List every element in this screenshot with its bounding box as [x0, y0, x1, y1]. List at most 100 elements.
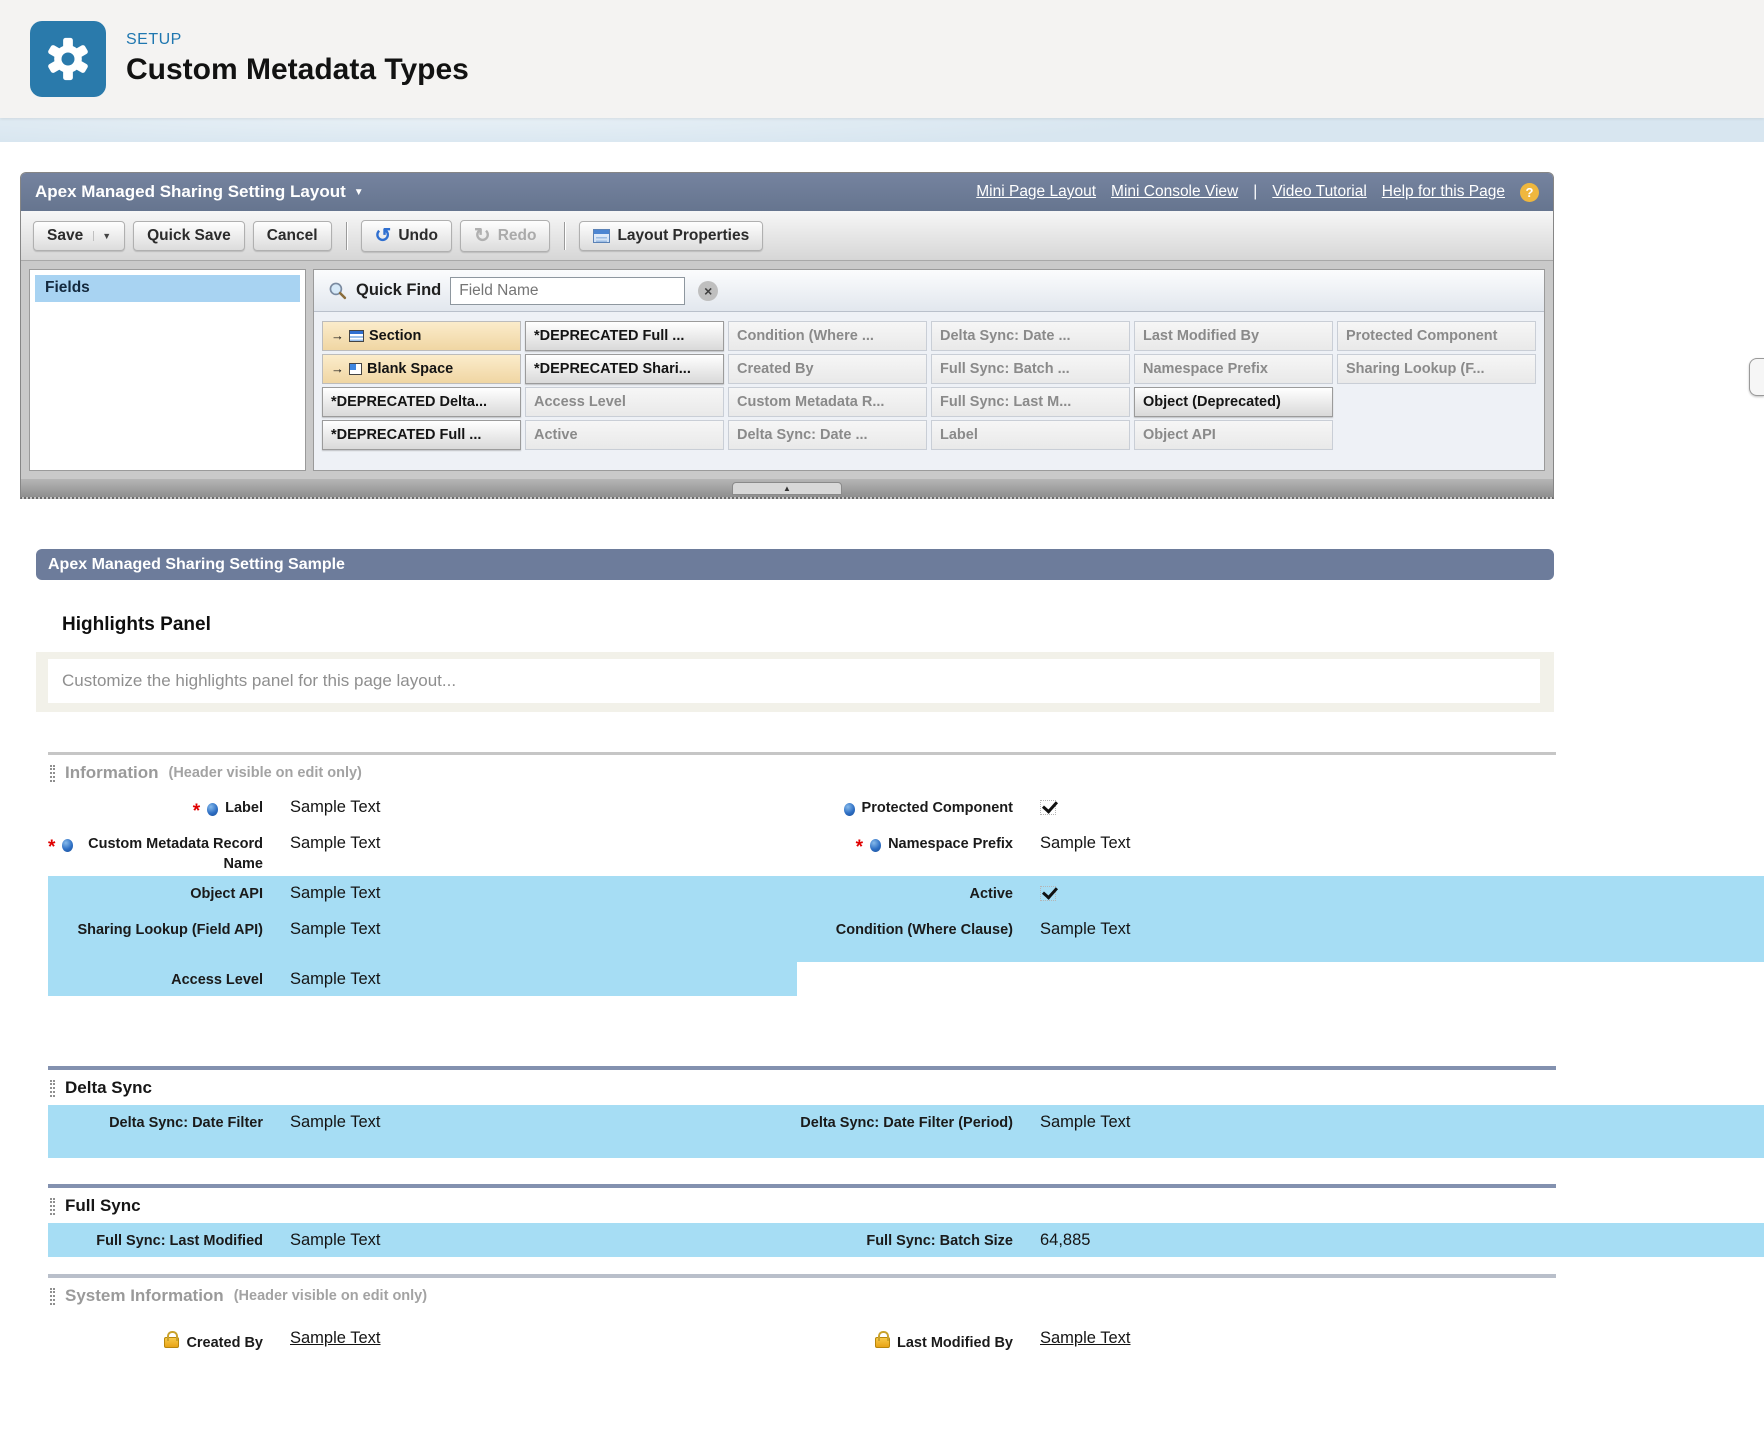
palette-item[interactable]: *DEPRECATED Full ...	[322, 420, 521, 450]
palette-item[interactable]: Object (Deprecated)	[1134, 387, 1333, 417]
field-label[interactable]: *Namespace Prefix Sample Text	[797, 826, 1764, 876]
toolbar-divider	[564, 222, 565, 250]
palette-item[interactable]: Full Sync: Batch ...	[931, 354, 1130, 384]
palette-item[interactable]: Active	[525, 420, 724, 450]
field-row: Delta Sync: Date Filter Sample Text Delt…	[48, 1105, 1764, 1158]
field-row: *Custom Metadata Record Name Sample Text…	[48, 826, 1764, 876]
save-dropdown-icon[interactable]: ▼	[93, 231, 111, 241]
palette-item-section[interactable]: Section	[322, 321, 521, 351]
video-tutorial-link[interactable]: Video Tutorial	[1272, 183, 1367, 201]
redo-button[interactable]: ↻ Redo	[460, 220, 551, 252]
field-label[interactable]: Delta Sync: Date Filter Sample Text	[48, 1105, 797, 1158]
field-label[interactable]: Delta Sync: Date Filter (Period) Sample …	[797, 1105, 1764, 1158]
section-information: Information (Header visible on edit only…	[48, 752, 1764, 1066]
lock-icon	[164, 1337, 179, 1348]
palette-item[interactable]: Object API	[1134, 420, 1333, 450]
layout-name[interactable]: Apex Managed Sharing Setting Layout	[35, 182, 346, 202]
mini-console-view-link[interactable]: Mini Console View	[1111, 183, 1238, 201]
highlights-panel[interactable]: Customize the highlights panel for this …	[36, 652, 1554, 712]
layout-dropdown-icon[interactable]: ▼	[354, 187, 364, 198]
field-behavior-dot-icon	[870, 839, 881, 852]
section-title: System Information	[65, 1286, 224, 1306]
undo-button[interactable]: ↺ Undo	[361, 220, 452, 252]
section-title: Delta Sync	[65, 1078, 152, 1098]
mini-page-layout-link[interactable]: Mini Page Layout	[976, 183, 1096, 201]
category-fields[interactable]: Fields	[35, 275, 300, 302]
field-label[interactable]: Sharing Lookup (Field API) Sample Text	[48, 912, 797, 962]
empty-cell	[797, 962, 1764, 996]
section-delta-sync: Delta Sync Delta Sync: Date Filter Sampl…	[48, 1066, 1764, 1158]
section-drag-handle[interactable]	[50, 1198, 55, 1215]
page-title: Custom Metadata Types	[126, 53, 469, 87]
palette-item[interactable]: Created By	[728, 354, 927, 384]
clear-search-icon[interactable]	[698, 281, 718, 301]
decorative-band	[0, 118, 1764, 142]
field-label[interactable]: Created By Sample Text	[48, 1321, 797, 1355]
field-label[interactable]: Protected Component	[797, 790, 1764, 826]
field-label[interactable]: *Label Sample Text	[48, 790, 797, 826]
field-behavior-dot-icon	[207, 803, 218, 816]
palette-item[interactable]: *DEPRECATED Full ...	[525, 321, 724, 351]
field-label[interactable]: Full Sync: Batch Size 64,885	[797, 1223, 1764, 1257]
gear-icon	[42, 33, 94, 85]
palette-item[interactable]: Full Sync: Last M...	[931, 387, 1130, 417]
quick-find-input[interactable]	[450, 277, 685, 305]
field-value: Sample Text	[1013, 826, 1131, 876]
palette-item[interactable]: Label	[931, 420, 1130, 450]
section-full-sync: Full Sync Full Sync: Last Modified Sampl…	[48, 1184, 1764, 1257]
field-value: Sample Text	[263, 790, 381, 826]
section-title: Full Sync	[65, 1196, 141, 1216]
field-value: Sample Text	[263, 826, 381, 876]
field-label[interactable]: Active	[797, 876, 1764, 912]
section-system-information: System Information (Header visible on ed…	[48, 1274, 1764, 1355]
help-link[interactable]: Help for this Page	[1382, 183, 1505, 201]
highlights-panel-placeholder[interactable]: Customize the highlights panel for this …	[48, 659, 1540, 703]
field-value: Sample Text	[1013, 1321, 1131, 1355]
field-value: Sample Text	[263, 1223, 381, 1257]
drag-arrow-icon	[331, 322, 344, 350]
drag-arrow-icon	[331, 355, 344, 383]
palette-item[interactable]: Delta Sync: Date ...	[931, 321, 1130, 351]
palette-item[interactable]: Sharing Lookup (F...	[1337, 354, 1536, 384]
palette-item[interactable]: *DEPRECATED Shari...	[525, 354, 724, 384]
field-value: Sample Text	[263, 962, 381, 996]
palette-item[interactable]: Access Level	[525, 387, 724, 417]
checkbox-checked-icon	[1040, 886, 1056, 901]
save-button[interactable]: Save ▼	[33, 221, 125, 251]
section-icon	[349, 330, 364, 342]
field-row: Created By Sample Text Last Modified By …	[48, 1313, 1764, 1355]
breadcrumb[interactable]: SETUP	[126, 31, 469, 49]
collapse-handle[interactable]: ▲	[732, 482, 842, 495]
field-label[interactable]: Last Modified By Sample Text	[797, 1321, 1764, 1355]
palette-category-list: Fields	[29, 269, 306, 471]
setup-header: SETUP Custom Metadata Types	[0, 0, 1764, 118]
field-row: *Label Sample Text Protected Component	[48, 790, 1764, 826]
palette-item-blank-space[interactable]: Blank Space	[322, 354, 521, 384]
quick-save-button[interactable]: Quick Save	[133, 221, 245, 251]
required-icon: *	[48, 835, 55, 857]
palette-item[interactable]: Protected Component	[1337, 321, 1536, 351]
help-icon[interactable]: ?	[1520, 183, 1539, 202]
required-icon: *	[856, 835, 863, 857]
section-drag-handle[interactable]	[50, 1288, 55, 1305]
section-drag-handle[interactable]	[50, 765, 55, 782]
sample-section-title: Apex Managed Sharing Setting Sample	[36, 549, 1554, 580]
section-drag-handle[interactable]	[50, 1080, 55, 1097]
field-label[interactable]: Object API Sample Text	[48, 876, 797, 912]
palette-item[interactable]: Condition (Where ...	[728, 321, 927, 351]
field-label[interactable]: Access Level Sample Text	[48, 962, 797, 996]
palette-item[interactable]: *DEPRECATED Delta...	[322, 387, 521, 417]
layout-properties-button[interactable]: Layout Properties	[579, 221, 763, 251]
collapsed-panel-tab[interactable]	[1749, 358, 1764, 396]
editor-toolbar: Save ▼ Quick Save Cancel ↺ Undo ↻ Redo L…	[21, 211, 1553, 261]
field-label[interactable]: Condition (Where Clause) Sample Text	[797, 912, 1764, 962]
palette-item[interactable]: Custom Metadata R...	[728, 387, 927, 417]
palette-item[interactable]: Namespace Prefix	[1134, 354, 1333, 384]
cancel-button[interactable]: Cancel	[253, 221, 332, 251]
field-label[interactable]: *Custom Metadata Record Name Sample Text	[48, 826, 797, 876]
palette-item[interactable]: Delta Sync: Date ...	[728, 420, 927, 450]
field-value: Sample Text	[1013, 912, 1131, 962]
section-suffix: (Header visible on edit only)	[234, 1288, 427, 1304]
field-label[interactable]: Full Sync: Last Modified Sample Text	[48, 1223, 797, 1257]
palette-item[interactable]: Last Modified By	[1134, 321, 1333, 351]
